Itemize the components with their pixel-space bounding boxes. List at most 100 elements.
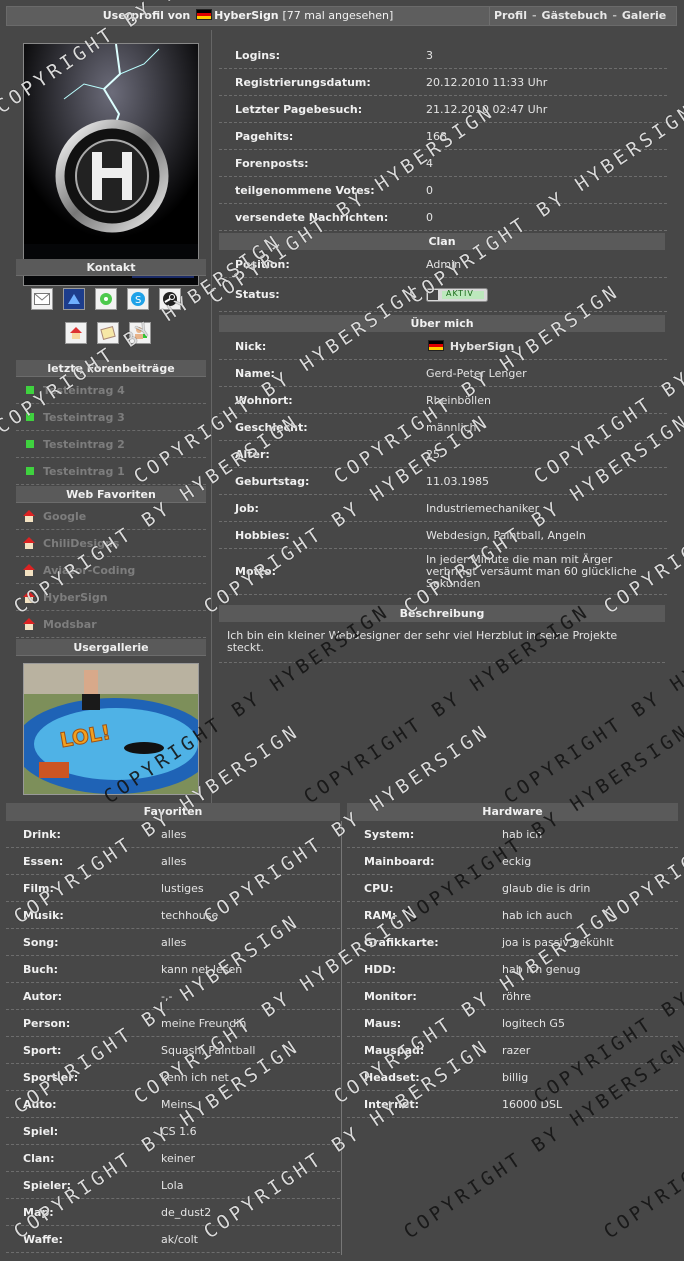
about-row: Geschlecht: männlich — [219, 414, 667, 441]
about-row: Wohnort: Rheinböllen — [219, 387, 667, 414]
green-bullet-icon — [26, 413, 34, 421]
about-value: 25 — [426, 447, 440, 461]
web-favorite-item[interactable]: HyberSign — [16, 584, 206, 611]
table-row: Grafikkarte: joa is passiv gekühlt — [347, 929, 678, 956]
row-label: Grafikkarte: — [364, 935, 439, 949]
table-row: HDD: hab ich genug — [347, 956, 678, 983]
hardware-rows: System: hab ich Mainboard: eckig CPU: glaub d… — [347, 821, 678, 1118]
nav-gaestebuch[interactable]: Gästebuch — [542, 9, 608, 22]
row-label: Autor: — [23, 989, 62, 1003]
table-row: Auto: Meins — [6, 1091, 340, 1118]
icq-icon[interactable] — [95, 288, 117, 310]
row-label: Maus: — [364, 1016, 402, 1030]
bottom-section: Favoriten Drink: alles Essen: alles Film: lus… — [6, 803, 678, 1255]
stat-value: 3 — [426, 48, 433, 62]
green-bullet-icon — [26, 467, 34, 475]
clan-header: Clan — [219, 233, 665, 250]
forum-post-label: Testeintrag 2 — [43, 437, 125, 451]
about-label: Nick: — [235, 339, 267, 353]
stat-label: versendete Nachrichten: — [235, 210, 389, 224]
forum-post-item[interactable]: Testeintrag 4 — [16, 377, 206, 404]
row-label: Song: — [23, 935, 59, 949]
favorite-label: HyberSign — [43, 590, 108, 604]
steam-icon[interactable] — [159, 288, 181, 310]
table-row: Headset: billig — [347, 1064, 678, 1091]
add-buddy-icon[interactable] — [129, 322, 151, 344]
row-label: HDD: — [364, 962, 396, 976]
stat-value: 4 — [426, 156, 433, 170]
favoriten-rows: Drink: alles Essen: alles Film: lustiges Musik… — [6, 821, 340, 1253]
nav-galerie[interactable]: Galerie — [622, 9, 666, 22]
aktiv-badge: AKTIV — [426, 287, 488, 302]
about-table: Nick: HyberSign Name: Gerd-Peter Lenger W… — [219, 333, 667, 595]
forum-post-label: Testeintrag 4 — [43, 383, 125, 397]
about-value: Rheinböllen — [426, 393, 491, 407]
green-bullet-icon — [26, 440, 34, 448]
title-username: HyberSign — [214, 9, 279, 22]
row-label: Headset: — [364, 1070, 420, 1084]
about-label: Wohnort: — [235, 393, 293, 407]
row-label: Monitor: — [364, 989, 417, 1003]
gallery-thumbnail[interactable]: LOL! — [23, 663, 199, 795]
forum-post-item[interactable]: Testeintrag 2 — [16, 431, 206, 458]
motto-line: In jeder Minute die man mit Ärger — [426, 552, 613, 566]
homepage-icon[interactable] — [65, 322, 87, 344]
row-value: ak/colt — [161, 1232, 198, 1246]
clan-status-row: Status: AKTIV — [219, 278, 667, 312]
clan-position-row: Position: Admin — [219, 251, 667, 278]
forum-post-item[interactable]: Testeintrag 1 — [16, 458, 206, 485]
nick-value: HyberSign — [449, 339, 515, 353]
web-favoriten-header: Web Favoriten — [16, 486, 206, 503]
title-bar: Userprofil von HyberSign [77 mal angeseh… — [6, 6, 677, 26]
row-value: -,- — [161, 989, 173, 1003]
table-row: Musik: techhouse — [6, 902, 340, 929]
row-label: Spieler: — [23, 1178, 72, 1192]
table-row: Maus: logitech G5 — [347, 1010, 678, 1037]
favorite-label: Modsbar — [43, 617, 97, 631]
kontakt-header: Kontakt — [16, 259, 206, 276]
nav-profil[interactable]: Profil — [494, 9, 527, 22]
stat-label: teilgenommene Votes: — [235, 183, 375, 197]
table-row: Internet: 16000 DSL — [347, 1091, 678, 1118]
profile-title: Userprofil von HyberSign [77 mal angeseh… — [7, 7, 489, 25]
home-icon — [23, 510, 35, 522]
home-icon — [23, 591, 35, 603]
stat-row: Forenposts: 4 — [219, 150, 667, 177]
about-label: Geburtstag: — [235, 474, 310, 488]
about-value: Gerd-Peter Lenger — [426, 366, 527, 380]
stat-value: 0 — [426, 210, 433, 224]
stat-label: Logins: — [235, 48, 280, 62]
title-prefix: Userprofil von — [102, 9, 191, 22]
nav-separator: - — [612, 9, 617, 22]
stat-label: Forenposts: — [235, 156, 309, 170]
table-row: Clan: keiner — [6, 1145, 340, 1172]
guestbook-icon[interactable] — [97, 322, 119, 344]
web-favorite-item[interactable]: Aviator-Coding — [16, 557, 206, 584]
about-row: Nick: HyberSign — [219, 333, 667, 360]
table-row: Drink: alles — [6, 821, 340, 848]
stat-row: Logins: 3 — [219, 42, 667, 69]
mail-icon[interactable] — [31, 288, 53, 310]
aktiv-badge-text: AKTIV — [446, 288, 474, 298]
usergallerie-header: Usergallerie — [16, 639, 206, 656]
table-row: System: hab ich — [347, 821, 678, 848]
about-row: Job: Industriemechaniker — [219, 495, 667, 522]
row-label: Auto: — [23, 1097, 57, 1111]
about-label: Job: — [235, 501, 259, 515]
web-favorite-item[interactable]: Modsbar — [16, 611, 206, 638]
contact-icons-row-1: S — [31, 288, 181, 310]
motto-value: In jeder Minute die man mit Ärger verbri… — [426, 552, 667, 590]
skype-icon[interactable]: S — [127, 288, 149, 310]
table-row: Sport: Squash, Paintball — [6, 1037, 340, 1064]
stat-row: versendete Nachrichten: 0 — [219, 204, 667, 231]
table-row: Mauspad: razer — [347, 1037, 678, 1064]
table-row: Song: alles — [6, 929, 340, 956]
web-favorite-item[interactable]: Google — [16, 503, 206, 530]
stat-row: teilgenommene Votes: 0 — [219, 177, 667, 204]
msn-icon[interactable] — [63, 288, 85, 310]
home-icon — [23, 537, 35, 549]
motto-line: Sekunden — [426, 576, 481, 590]
forum-post-item[interactable]: Testeintrag 3 — [16, 404, 206, 431]
web-favorite-item[interactable]: ChiliDesigns — [16, 530, 206, 557]
home-icon — [23, 618, 35, 630]
